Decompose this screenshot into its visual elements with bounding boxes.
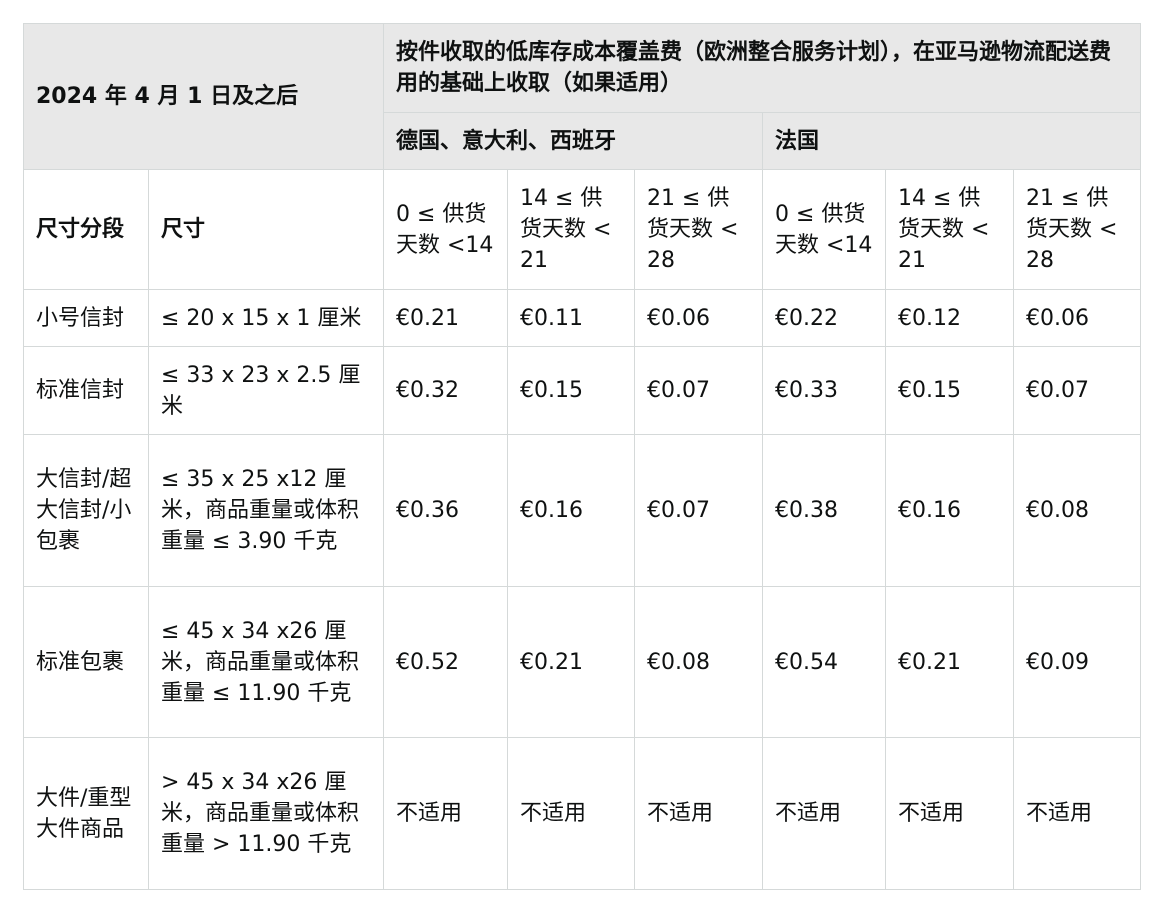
table-row: 标准信封 ≤ 33 x 23 x 2.5 厘米 €0.32 €0.15 €0.0… (23, 346, 1142, 435)
size-tier-column-header: 尺寸分段 (23, 169, 149, 290)
fee-cell: €0.16 (507, 434, 635, 587)
fee-cell: €0.08 (634, 586, 763, 738)
size-tier-cell: 标准包裹 (23, 586, 149, 738)
size-tier-cell: 大信封/超大信封/小包裹 (23, 434, 149, 587)
supply-range-header: 0 ≤ 供货天数 <14 (762, 169, 886, 290)
region-header-de-it-es: 德国、意大利、西班牙 (383, 112, 763, 170)
fee-cell: €0.07 (634, 434, 763, 587)
fee-cell: €0.21 (885, 586, 1014, 738)
size-cell: > 45 x 34 x26 厘米，商品重量或体积重量 > 11.90 千克 (148, 737, 384, 890)
fee-cell: 不适用 (762, 737, 886, 890)
header-row-1: 2024 年 4 月 1 日及之后 按件收取的低库存成本覆盖费（欧洲整合服务计划… (23, 23, 1142, 170)
fee-cell: 不适用 (1012, 737, 1142, 890)
size-tier-cell: 大件/重型大件商品 (23, 737, 149, 890)
size-column-header: 尺寸 (148, 169, 384, 290)
fee-cell: 不适用 (634, 737, 763, 890)
table-row: 小号信封 ≤ 20 x 15 x 1 厘米 €0.21 €0.11 €0.06 … (23, 289, 1142, 347)
fee-cell: €0.36 (383, 434, 508, 587)
fee-cell: €0.38 (762, 434, 886, 587)
fee-cell: €0.09 (1012, 586, 1142, 738)
fee-cell: €0.08 (1012, 434, 1142, 587)
region-header-fr: 法国 (761, 112, 1142, 170)
low-inventory-fee-table: 2024 年 4 月 1 日及之后 按件收取的低库存成本覆盖费（欧洲整合服务计划… (23, 23, 1142, 890)
fee-cell: 不适用 (507, 737, 635, 890)
supply-range-header: 14 ≤ 供货天数 <21 (507, 169, 635, 290)
table-row: 标准包裹 ≤ 45 x 34 x26 厘米，商品重量或体积重量 ≤ 11.90 … (23, 586, 1142, 738)
header-row-3: 尺寸分段 尺寸 0 ≤ 供货天数 <14 14 ≤ 供货天数 <21 21 ≤ … (23, 169, 1142, 290)
fee-cell: €0.15 (885, 346, 1014, 435)
fee-cell: €0.21 (507, 586, 635, 738)
fee-cell: €0.12 (885, 289, 1014, 347)
size-cell: ≤ 20 x 15 x 1 厘米 (148, 289, 384, 347)
fee-cell: €0.07 (1012, 346, 1142, 435)
fee-cell: €0.21 (383, 289, 508, 347)
supply-range-header: 21 ≤ 供货天数 <28 (1012, 169, 1142, 290)
supply-range-header: 21 ≤ 供货天数 <28 (634, 169, 763, 290)
fee-cell: €0.11 (507, 289, 635, 347)
fee-title-header: 按件收取的低库存成本覆盖费（欧洲整合服务计划），在亚马逊物流配送费用的基础上收取… (382, 23, 1142, 113)
size-tier-cell: 标准信封 (23, 346, 149, 435)
fee-cell: €0.16 (885, 434, 1014, 587)
fee-cell: €0.06 (634, 289, 763, 347)
supply-range-header: 14 ≤ 供货天数 <21 (885, 169, 1014, 290)
fee-cell: 不适用 (885, 737, 1014, 890)
date-header: 2024 年 4 月 1 日及之后 (23, 23, 384, 170)
size-cell: ≤ 45 x 34 x26 厘米，商品重量或体积重量 ≤ 11.90 千克 (148, 586, 384, 738)
fee-cell: €0.32 (383, 346, 508, 435)
fee-cell: €0.07 (634, 346, 763, 435)
size-cell: ≤ 35 x 25 x12 厘米，商品重量或体积重量 ≤ 3.90 千克 (148, 434, 384, 587)
fee-cell: 不适用 (383, 737, 508, 890)
size-cell: ≤ 33 x 23 x 2.5 厘米 (148, 346, 384, 435)
size-tier-cell: 小号信封 (23, 289, 149, 347)
fee-cell: €0.22 (762, 289, 886, 347)
fee-cell: €0.15 (507, 346, 635, 435)
fee-cell: €0.54 (762, 586, 886, 738)
table-row: 大件/重型大件商品 > 45 x 34 x26 厘米，商品重量或体积重量 > 1… (23, 737, 1142, 890)
fee-cell: €0.33 (762, 346, 886, 435)
fee-cell: €0.06 (1012, 289, 1142, 347)
supply-range-header: 0 ≤ 供货天数 <14 (383, 169, 508, 290)
fee-cell: €0.52 (383, 586, 508, 738)
table-row: 大信封/超大信封/小包裹 ≤ 35 x 25 x12 厘米，商品重量或体积重量 … (23, 434, 1142, 587)
